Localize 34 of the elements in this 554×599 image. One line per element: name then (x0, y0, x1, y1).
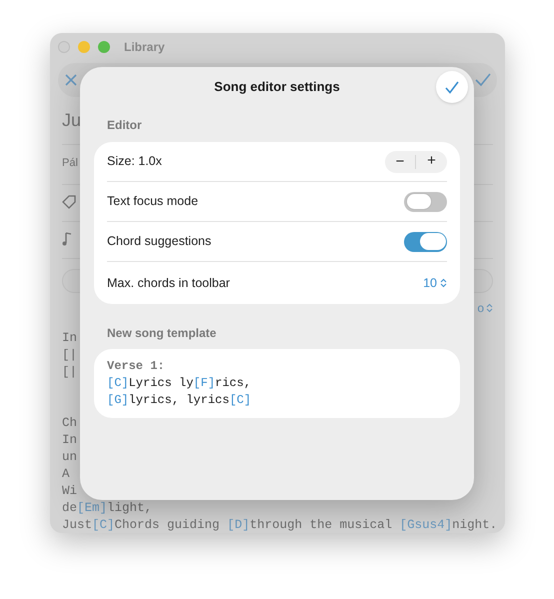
setting-label: Text focus mode (107, 193, 198, 210)
toggle-switch[interactable] (404, 192, 447, 212)
lyric-line: Ch (62, 416, 78, 430)
done-button[interactable] (436, 71, 468, 103)
window-title: Library (124, 39, 165, 56)
template-editor[interactable]: Verse 1: [C]Lyrics ly[F]rics, [G]lyrics, lyrics[C] (94, 349, 460, 418)
chevron-up-down-icon (440, 278, 447, 288)
dialog-title: Song editor settings (214, 78, 340, 96)
lyric-line: de[Em]light, (62, 500, 152, 514)
lyric-line: A (62, 466, 70, 480)
setting-label: Chord suggestions (107, 233, 212, 250)
lyric-line: In (62, 330, 78, 344)
tag-icon (62, 194, 76, 208)
lyric-line: un (62, 450, 78, 464)
song-title: Ju (62, 109, 82, 132)
toggle-switch[interactable] (404, 232, 447, 252)
setting-label: Max. chords in toolbar (107, 274, 230, 292)
section-header: New song template (106, 325, 218, 342)
lyric-line: In (62, 432, 78, 446)
music-note-icon (62, 232, 72, 246)
size-stepper[interactable]: − + (385, 150, 447, 172)
minimize-window-button[interactable] (78, 41, 90, 53)
lyric-line: [| (62, 364, 78, 378)
setting-label: Size: 1.0x (107, 153, 162, 170)
chevron-up-down-icon (486, 302, 493, 312)
lyric-line: Wi (62, 484, 78, 498)
song-subtitle: Pál (62, 156, 78, 171)
section-header: Editor (106, 117, 143, 134)
lyric-line: [| (62, 348, 78, 362)
checkmark-icon (445, 80, 459, 94)
checkmark-icon[interactable] (475, 73, 491, 87)
zoom-window-button[interactable] (98, 41, 110, 53)
close-icon[interactable] (64, 73, 78, 87)
lyric-line: Just[C]Chords guiding [D]through the musical [Gsus4]night. (62, 518, 498, 532)
